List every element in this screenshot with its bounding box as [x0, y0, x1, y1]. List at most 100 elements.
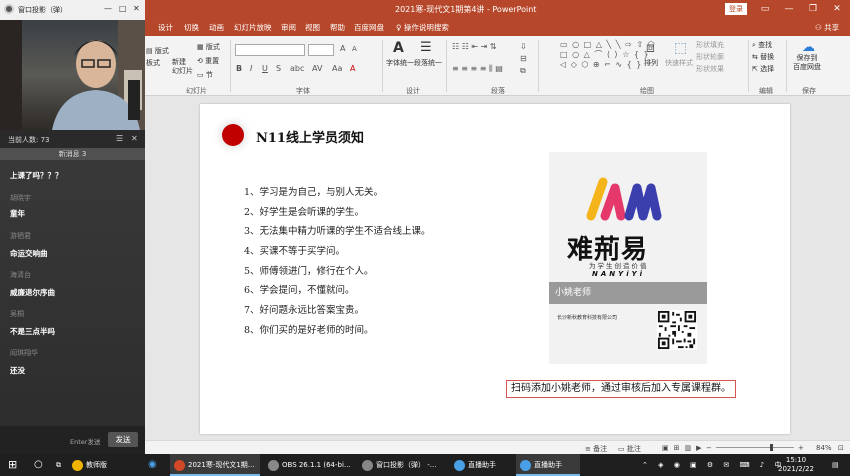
layout-menu[interactable]: ▤ 版式 [146, 46, 169, 56]
tab-design[interactable]: 设计 [158, 22, 173, 33]
shrink-font-icon[interactable]: A [352, 45, 357, 53]
taskbar-item[interactable]: 教师版 [68, 454, 138, 476]
italic-icon[interactable]: I [250, 64, 252, 73]
join-group-note[interactable]: 扫码添加小姚老师，通过审核后加入专属课程群。 [506, 380, 736, 398]
shapes-gallery[interactable]: ▭ ○ □ △ ╲ ╲ ⇨ ⇧ ⬠ □ ○ △ ⌒ ⟨ ⟩ ☆ { } ◁ ◇ ⬡ … [560, 40, 656, 69]
layout-button[interactable]: ▦ 版式 [197, 42, 220, 52]
zoom-slider[interactable] [716, 447, 794, 448]
new-messages-banner[interactable]: 新消息 3 [0, 148, 145, 160]
close-icon[interactable]: ✕ [133, 4, 140, 13]
layout-button-label: 版式 [205, 43, 220, 51]
shape-outline-button[interactable]: 形状轮廓 [696, 52, 724, 62]
system-tray-icons[interactable]: ⌃ ◈ ◉ ▣ ⚙ ✉ ⌨ ♪ 中 [642, 454, 785, 476]
font-color-icon[interactable]: A [350, 64, 355, 73]
taskbar-item[interactable]: 直播助手 [516, 454, 580, 476]
spacing-icon[interactable]: AV [312, 64, 322, 73]
tab-animations[interactable]: 动画 [209, 22, 224, 33]
rule-item: 6、学会提问，不懂就问。 [244, 285, 355, 297]
save-baidu-button[interactable]: 保存到 百度网盘 [793, 54, 821, 72]
fit-slide-icon[interactable]: ⊡ [838, 444, 844, 452]
tab-review[interactable]: 审阅 [281, 22, 296, 33]
text-direction-icon[interactable]: ⇩ [520, 42, 527, 51]
quick-style-button[interactable]: 快速样式 [665, 58, 693, 68]
menu-icon[interactable]: ☰ [116, 134, 123, 143]
taskbar-item-label: OBS 26.1.1 (64-bi... [282, 461, 351, 469]
tab-view[interactable]: 视图 [305, 22, 320, 33]
chat-message: 童年 [10, 209, 25, 218]
view-buttons[interactable]: ▣⊞▥▶ [662, 444, 706, 452]
zoom-level[interactable]: 84% [816, 444, 832, 452]
close-chat-icon[interactable]: ✕ [131, 134, 138, 143]
para-unify-button[interactable]: 段落统一 [414, 58, 442, 68]
quick-style-icon[interactable]: ⬚ [674, 40, 687, 56]
maximize-icon[interactable]: ❐ [806, 2, 820, 16]
system-clock[interactable]: 15:10 2021/2/22 [778, 456, 814, 474]
shape-effect-button[interactable]: 形状效果 [696, 64, 724, 74]
notes-button[interactable]: ≡ 备注 [585, 444, 607, 454]
arrange-button[interactable]: 排列 [644, 58, 658, 68]
maximize-icon[interactable]: □ [119, 4, 127, 13]
select-button[interactable]: ⇱ 选择 [752, 64, 774, 74]
replace-button[interactable]: ⇆ 替换 [752, 52, 774, 62]
tab-transitions[interactable]: 切换 [184, 22, 199, 33]
shape-fill-button[interactable]: 形状填充 [696, 40, 724, 50]
chat-username: 游栖君 [10, 232, 31, 240]
rules-list[interactable]: 1、学习是为自己，与别人无关。 2、好学生是会听课的学生。 3、无法集中精力听课… [244, 184, 431, 342]
align-text-icon[interactable]: ⊟ [520, 54, 527, 63]
minimize-icon[interactable]: — [782, 2, 796, 16]
share-button[interactable]: ⚇ 共享 [815, 22, 839, 33]
ribbon-display-icon[interactable]: ▭ [758, 2, 772, 16]
font-name-select[interactable] [235, 44, 305, 56]
section-button[interactable]: ▭ 节 [197, 70, 213, 80]
case-icon[interactable]: Aa [332, 64, 342, 73]
taskbar-item[interactable]: 直播助手 [450, 454, 514, 476]
search-icon[interactable]: ○ [34, 454, 43, 476]
close-icon[interactable]: ✕ [830, 2, 844, 16]
brand-slogan: 为学生创造价值 [589, 262, 649, 270]
find-button[interactable]: ⌕ 查找 [752, 40, 772, 50]
tell-me-search[interactable]: ♀ 操作说明搜索 [396, 22, 449, 33]
font-unify-button[interactable]: 字体统一 [386, 58, 414, 68]
task-view-icon[interactable]: ⧉ [56, 454, 61, 476]
teacher-card-image[interactable]: 难荊易 为学生创造价值 NANYiYi 小姚老师 长沙新秋教育科技有限公司 [549, 152, 707, 364]
qr-code-icon [657, 310, 697, 350]
zoom-in-icon[interactable]: + [798, 444, 804, 452]
slide-canvas[interactable]: N11线上学员须知 1、学习是为自己，与别人无关。 2、好学生是会听课的学生。 … [200, 104, 790, 434]
bullets-icon[interactable]: ☷ ☷ ⇤ ⇥ ⇅ [452, 42, 497, 51]
smartart-icon[interactable]: ⧉ [520, 66, 526, 76]
chat-message: 威廉退尔序曲 [10, 288, 55, 297]
group-font-label: 字体 [296, 87, 310, 95]
arrange-icon[interactable]: ⧈ [646, 40, 655, 56]
grow-font-icon[interactable]: A [340, 44, 345, 53]
slide-title[interactable]: N11线上学员须知 [256, 127, 364, 146]
reset-button[interactable]: ⟲ 重置 [197, 56, 219, 66]
tab-slideshow[interactable]: 幻灯片放映 [234, 22, 272, 33]
taskbar-item[interactable]: 窗口投影（弹） -... [358, 454, 446, 476]
baidu-cloud-icon[interactable]: ☁ [802, 40, 815, 55]
minimize-icon[interactable]: — [104, 4, 112, 13]
strike-icon[interactable]: abc [290, 64, 304, 73]
chat-header: 当前人数: 73 ☰ ✕ [0, 130, 145, 148]
start-icon[interactable]: ⊞ [8, 454, 17, 476]
align-icons[interactable]: ≡ ≡ ≡ ≡ ⫼ ▤ [452, 64, 503, 74]
zoom-slider-thumb[interactable] [770, 444, 773, 451]
notification-icon[interactable]: ▤ [832, 454, 839, 476]
tab-help[interactable]: 帮助 [330, 22, 345, 33]
taskbar-item[interactable]: OBS 26.1.1 (64-bi... [264, 454, 354, 476]
chat-input-area[interactable]: Enter发送 发送 [0, 426, 145, 454]
comments-button[interactable]: ▭ 批注 [618, 444, 641, 454]
zoom-out-icon[interactable]: − [706, 444, 712, 452]
bold-icon[interactable]: B [236, 64, 242, 73]
underline-icon[interactable]: U [262, 64, 268, 73]
tab-baidu-netdisk[interactable]: 百度网盘 [354, 22, 384, 33]
login-button[interactable]: 登录 [725, 3, 747, 15]
para-unify-icon[interactable]: ☰ [420, 40, 432, 55]
font-unify-icon[interactable]: A [393, 40, 404, 56]
font-size-select[interactable] [308, 44, 334, 56]
shadow-icon[interactable]: S [276, 64, 281, 73]
section-label: 节 [205, 71, 213, 79]
new-slide-button[interactable]: 新建 幻灯片 [172, 58, 193, 76]
taskbar-item[interactable]: 2021寒-现代文1期... [170, 454, 260, 476]
edge-icon[interactable]: ◉ [148, 454, 157, 476]
send-button[interactable]: 发送 [108, 432, 138, 447]
